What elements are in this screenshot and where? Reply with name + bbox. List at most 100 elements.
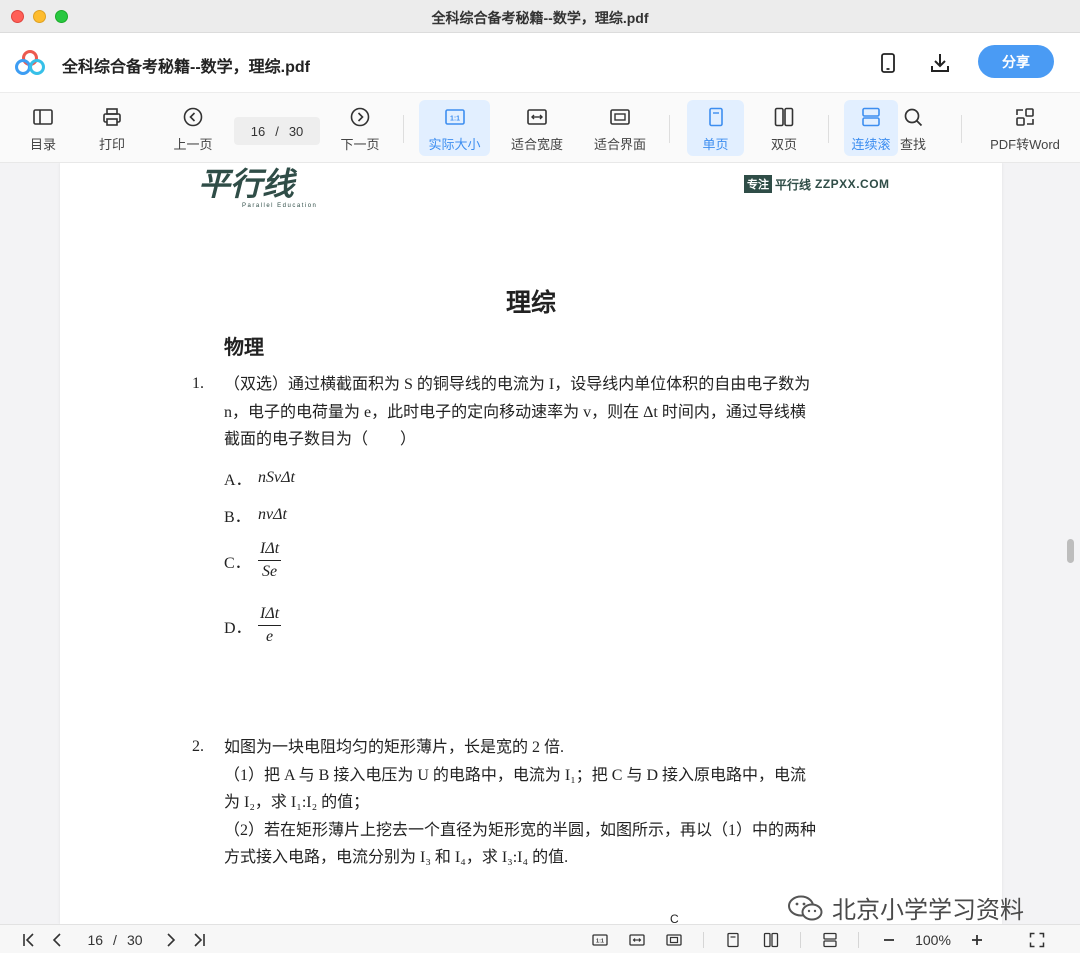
fit-width-button[interactable]: 适合宽度	[503, 100, 571, 156]
status-fit-width-button[interactable]	[627, 931, 647, 949]
status-page-current: 16	[87, 932, 104, 948]
fullscreen-icon	[1029, 932, 1045, 948]
single-page-icon	[727, 932, 739, 948]
printer-icon	[103, 108, 121, 126]
svg-text:1:1: 1:1	[449, 116, 459, 123]
toc-label: 目录	[29, 137, 56, 152]
fit-width-icon	[629, 934, 645, 946]
watermark: 北京小学学习资料	[786, 890, 1024, 925]
prev-page-small-button[interactable]	[48, 931, 66, 949]
first-page-button[interactable]	[20, 931, 38, 949]
question-text: 为 I₂，求 I₁:I₂ 的值；	[224, 794, 370, 811]
option-c: C． IΔt Se	[224, 538, 282, 583]
question-number: 2.	[192, 738, 204, 755]
tag-name: 平行线	[775, 177, 812, 192]
question-number: 1.	[192, 375, 204, 392]
fit-width-icon	[527, 109, 547, 125]
fit-page-button[interactable]: 适合界面	[587, 100, 653, 156]
fullscreen-button[interactable]	[1027, 931, 1047, 949]
document-viewer[interactable]: 平行线 Parallel Education 专注 平行线 ZZPXX.COM …	[0, 163, 1080, 924]
zoom-level[interactable]: 100%	[908, 931, 958, 949]
question-text: n，电子的电荷量为 e，此时电子的定向移动速率为 v，则在 Δt 时间内，通过导…	[224, 404, 806, 421]
prev-page-label: 上一页	[173, 137, 213, 152]
toolbar-divider	[961, 115, 962, 143]
print-label: 打印	[98, 137, 125, 152]
continuous-scroll-label: 连续滚	[851, 137, 891, 152]
chevron-right-icon	[167, 933, 176, 947]
status-double-page-button[interactable]	[761, 931, 781, 949]
chevron-left-icon	[52, 933, 61, 947]
single-page-button[interactable]: 单页	[687, 100, 744, 156]
minus-icon	[884, 939, 894, 941]
pdf-page: 平行线 Parallel Education 专注 平行线 ZZPXX.COM …	[60, 163, 1002, 924]
chevron-left-circle-icon	[183, 107, 203, 127]
status-fit-page-button[interactable]	[664, 931, 684, 949]
option-b: B． nvΔt	[224, 503, 287, 527]
fraction-denominator: Se	[262, 563, 278, 580]
continuous-scroll-icon	[823, 932, 837, 948]
netdisk-logo-icon	[15, 50, 45, 75]
prev-page-button[interactable]: 上一页	[166, 100, 220, 156]
next-page-small-button[interactable]	[162, 931, 180, 949]
toc-button[interactable]: 目录	[18, 100, 68, 156]
status-page-total: 30	[126, 932, 143, 948]
pdf-to-word-button[interactable]: PDF转Word	[982, 100, 1068, 156]
actual-size-button[interactable]: 1:1 实际大小	[419, 100, 490, 156]
next-page-label: 下一页	[340, 137, 380, 152]
page-number-input[interactable]: 16 / 30	[234, 117, 320, 145]
fit-page-label: 适合界面	[593, 137, 646, 152]
option-label: C．	[224, 554, 251, 572]
double-page-label: 双页	[770, 137, 797, 152]
section-title: 理综	[505, 290, 556, 317]
double-page-icon	[774, 107, 794, 127]
mobile-phone-icon[interactable]	[876, 51, 900, 75]
zoom-out-button[interactable]	[880, 931, 898, 949]
app-header: 全科综合备考秘籍--数学，理综.pdf 分享	[0, 33, 1080, 93]
zoom-in-button[interactable]	[968, 931, 986, 949]
window-title: 全科综合备考秘籍--数学，理综.pdf	[431, 10, 649, 26]
last-page-icon	[194, 933, 205, 947]
watermark-text: 北京小学学习资料	[832, 897, 1024, 924]
question-text: 方式接入电路，电流分别为 I₃ 和 I₄，求 I₃:I₄ 的值.	[224, 849, 569, 866]
app-window: 全科综合备考秘籍--数学，理综.pdf 全科综合备考秘籍--数学，理综.pdf …	[0, 0, 1080, 953]
double-page-icon	[763, 932, 779, 948]
option-value: nvΔt	[258, 506, 287, 523]
status-divider	[703, 932, 704, 948]
option-value: nSvΔt	[258, 469, 295, 486]
share-button[interactable]: 分享	[978, 45, 1054, 78]
next-page-button[interactable]: 下一页	[333, 100, 387, 156]
option-d: D． IΔt e	[224, 603, 282, 648]
toolbar-divider	[669, 115, 670, 143]
actual-size-icon: 1:1	[592, 934, 608, 946]
svg-text:1:1: 1:1	[596, 939, 604, 945]
fraction: IΔt e	[258, 603, 282, 648]
page-separator: /	[275, 123, 279, 139]
fraction: IΔt Se	[258, 538, 282, 583]
pdf-to-word-label: PDF转Word	[990, 137, 1060, 152]
wechat-icon	[788, 895, 823, 920]
fit-width-label: 适合宽度	[510, 137, 563, 152]
status-actual-size-button[interactable]: 1:1	[590, 931, 610, 949]
chevron-right-circle-icon	[350, 107, 370, 127]
header-tag: 专注 平行线 ZZPXX.COM	[744, 175, 890, 193]
toolbar-divider	[403, 115, 404, 143]
print-button[interactable]: 打印	[87, 100, 137, 156]
last-page-button[interactable]	[190, 931, 208, 949]
actual-size-icon: 1:1	[444, 109, 465, 125]
double-page-button[interactable]: 双页	[757, 100, 811, 156]
status-continuous-button[interactable]	[820, 931, 840, 949]
status-page-indicator[interactable]: 16 / 30	[80, 931, 150, 949]
option-a: A． nSvΔt	[224, 466, 295, 490]
download-icon[interactable]	[928, 51, 952, 75]
status-bar: 16 / 30 1:1 100%	[0, 924, 1080, 953]
toolbar: 目录 打印 上一页 16 / 30 下一页 1:1 实际大小 适合宽度 适合界面…	[0, 93, 1080, 163]
single-page-label: 单页	[702, 137, 729, 152]
status-single-page-button[interactable]	[724, 931, 742, 949]
find-button[interactable]: 查找	[888, 100, 938, 156]
document-title: 全科综合备考秘籍--数学，理综.pdf	[62, 59, 310, 76]
question-text: （1）把 A 与 B 接入电压为 U 的电路中，电流为 I₁；把 C 与 D 接…	[224, 767, 807, 784]
option-label: B．	[224, 509, 251, 526]
fit-page-icon	[666, 934, 682, 946]
vertical-scrollbar[interactable]	[1067, 539, 1074, 563]
fraction-numerator: IΔt	[258, 603, 282, 626]
